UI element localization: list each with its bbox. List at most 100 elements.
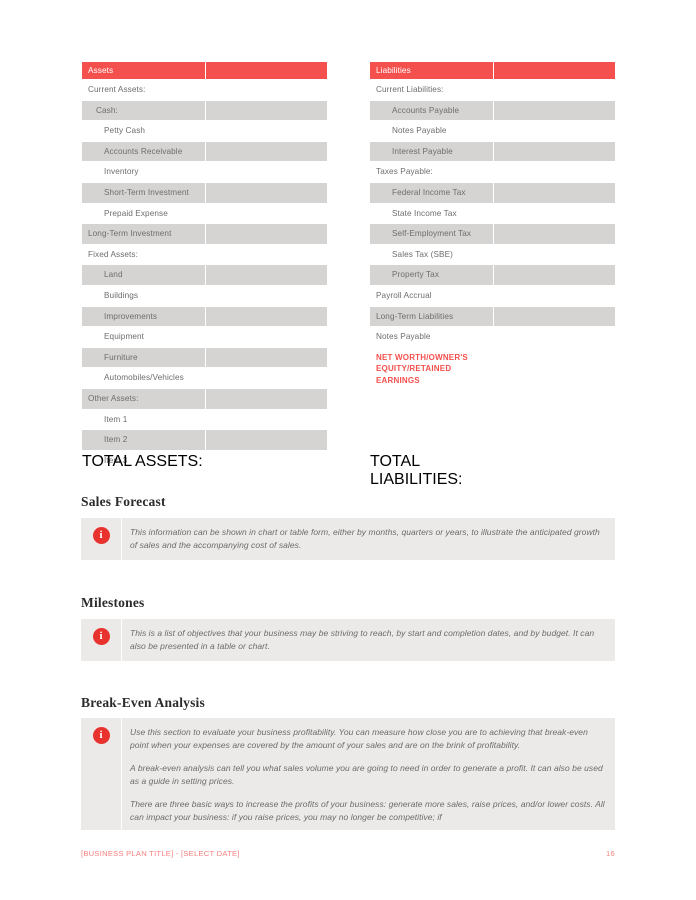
liabilities-table-body: Liabilities Current Liabilities: Accounts … — [369, 61, 616, 399]
table-header-value — [493, 61, 616, 80]
table-row: Accounts Receivable — [81, 140, 328, 163]
table-row-net-worth: NET WORTH/OWNER'S EQUITY/RETAINED EARNIN… — [369, 346, 616, 399]
info-icon-container: i — [81, 518, 121, 544]
row-value-cell[interactable] — [493, 99, 616, 122]
row-label: Petty Cash — [81, 120, 206, 142]
row-label: State Income Tax — [369, 202, 494, 225]
row-label: Payroll Accrual — [369, 284, 494, 307]
row-value-cell[interactable] — [205, 367, 328, 389]
row-label: Sales Tax (SBE) — [369, 243, 494, 266]
table-header-row: Assets — [81, 61, 328, 80]
table-row: Cash: — [81, 99, 328, 122]
row-value-cell[interactable] — [493, 120, 616, 142]
row-label: Automobiles/Vehicles — [81, 367, 206, 389]
row-value-cell[interactable] — [205, 326, 328, 348]
row-label: Land — [81, 264, 206, 286]
info-icon-container: i — [81, 619, 121, 645]
row-value-cell[interactable] — [205, 181, 328, 204]
table-row: Self-Employment Tax — [369, 223, 616, 245]
table-header-title: Assets — [81, 61, 206, 80]
row-value-cell[interactable] — [493, 79, 616, 101]
info-box-text-milestones: This is a list of objectives that your b… — [121, 619, 615, 661]
liabilities-balance-table: Liabilities Current Liabilities: Accounts … — [369, 61, 616, 399]
row-value-cell[interactable] — [205, 346, 328, 369]
row-label: Other Assets: — [81, 387, 206, 410]
table-row: Prepaid Expense — [81, 202, 328, 225]
total-assets-value[interactable] — [204, 452, 327, 472]
table-row: Long-Term Liabilities — [369, 305, 616, 328]
row-value-cell[interactable] — [493, 161, 616, 183]
row-label: Interest Payable — [369, 140, 494, 163]
row-value-cell[interactable] — [493, 305, 616, 328]
row-label: Long-Term Liabilities — [369, 305, 494, 328]
row-label: Equipment — [81, 326, 206, 348]
row-value-cell[interactable] — [493, 326, 616, 348]
row-label: Fixed Assets: — [81, 243, 206, 266]
row-value-cell[interactable] — [205, 99, 328, 122]
row-value-cell[interactable] — [205, 305, 328, 328]
total-liabilities-label: TOTAL LIABILITIES: — [370, 453, 463, 488]
row-value-cell[interactable] — [493, 223, 616, 245]
row-label: Federal Income Tax — [369, 181, 494, 204]
row-label: Cash: — [81, 99, 206, 122]
row-value-cell[interactable] — [205, 140, 328, 163]
row-value-cell[interactable] — [205, 79, 328, 101]
row-value-cell[interactable] — [493, 284, 616, 307]
row-value-cell[interactable] — [205, 264, 328, 286]
row-label: Taxes Payable: — [369, 161, 494, 183]
table-row: Current Assets: — [81, 79, 328, 101]
info-paragraph: A break-even analysis can tell you what … — [130, 762, 603, 787]
table-row: Buildings — [81, 284, 328, 307]
info-box-text-break-even-analysis: Use this section to evaluate your busine… — [121, 718, 615, 830]
section-heading-break-even-analysis: Break-Even Analysis — [81, 695, 205, 710]
info-icon: i — [92, 727, 110, 744]
row-label: Furniture — [81, 346, 206, 369]
row-value-cell[interactable] — [205, 202, 328, 225]
row-label: Buildings — [81, 284, 206, 307]
info-box-sales-forecast: i This information can be shown in chart… — [81, 518, 615, 560]
info-paragraph: This is a list of objectives that your b… — [130, 628, 595, 652]
table-row: Current Liabilities: — [369, 79, 616, 101]
row-value-cell[interactable] — [493, 140, 616, 163]
assets-total-table: TOTAL ASSETS: — [81, 452, 327, 472]
row-value-cell[interactable] — [205, 284, 328, 307]
table-row: Petty Cash — [81, 120, 328, 142]
info-icon: i — [92, 527, 110, 544]
net-worth-value[interactable] — [493, 346, 616, 399]
row-value-cell[interactable] — [493, 264, 616, 286]
footer-document-title: [BUSINESS PLAN TITLE] - [SELECT DATE] — [81, 849, 240, 858]
table-row: Equipment — [81, 326, 328, 348]
table-row: Notes Payable — [369, 120, 616, 142]
row-value-cell[interactable] — [205, 120, 328, 142]
table-row: Automobiles/Vehicles — [81, 367, 328, 389]
total-liabilities-value[interactable] — [492, 452, 615, 490]
info-icon: i — [92, 628, 110, 645]
table-row: Furniture — [81, 346, 328, 369]
table-row: Fixed Assets: — [81, 243, 328, 266]
row-label: Accounts Receivable — [81, 140, 206, 163]
table-row: Inventory — [81, 161, 328, 183]
document-page: Assets Current Assets: Cash: Petty Cash Acco… — [0, 0, 696, 900]
table-row: Item 2 — [81, 429, 328, 451]
row-value-cell[interactable] — [205, 243, 328, 266]
total-assets-label: TOTAL ASSETS: — [82, 453, 203, 470]
row-value-cell[interactable] — [205, 387, 328, 410]
page-footer: [BUSINESS PLAN TITLE] - [SELECT DATE] 16 — [81, 849, 615, 858]
row-value-cell[interactable] — [493, 202, 616, 225]
info-paragraph: This information can be shown in chart o… — [130, 527, 600, 551]
table-row-total-liabilities: TOTAL LIABILITIES: — [369, 452, 615, 490]
row-label: Improvements — [81, 305, 206, 328]
table-row: Other Assets: — [81, 387, 328, 410]
info-paragraph: Use this section to evaluate your busine… — [130, 727, 588, 751]
row-label: Property Tax — [369, 264, 494, 286]
row-value-cell[interactable] — [205, 429, 328, 451]
row-value-cell[interactable] — [205, 161, 328, 183]
row-value-cell[interactable] — [493, 243, 616, 266]
row-value-cell[interactable] — [493, 181, 616, 204]
row-label: Notes Payable — [369, 120, 494, 142]
row-value-cell[interactable] — [205, 408, 328, 431]
table-row: Taxes Payable: — [369, 161, 616, 183]
row-value-cell[interactable] — [205, 223, 328, 245]
table-row: Sales Tax (SBE) — [369, 243, 616, 266]
row-label: Inventory — [81, 161, 206, 183]
